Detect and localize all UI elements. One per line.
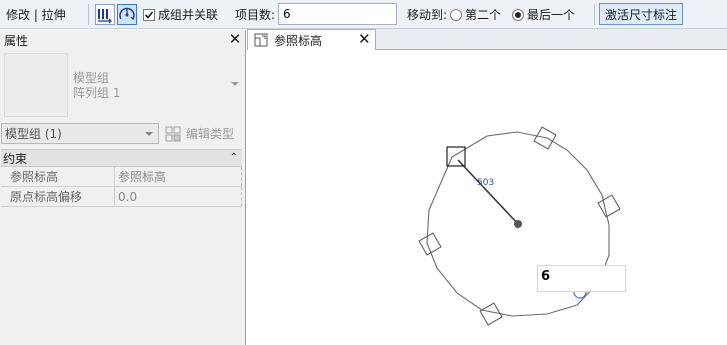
divider [594,4,595,25]
move-to-last-radio[interactable]: 最后一个 [512,0,575,29]
properties-close-button[interactable]: ✕ [228,31,242,47]
array-linear-icon [98,9,112,24]
property-label: 参照标高 [1,167,115,186]
group-associate-checkbox[interactable]: 成组并关联 [143,0,218,29]
radio-last[interactable] [512,8,524,21]
temporary-dimension-input[interactable]: 6 [537,265,626,292]
array-member[interactable] [479,302,503,326]
edit-type-icon [165,126,181,141]
check-icon [144,10,154,19]
property-label: 原点标高偏移 [1,187,115,206]
array-radial-icon [119,7,135,21]
array-member[interactable] [597,194,621,218]
properties-title: 属性 [4,33,29,48]
checkbox-box[interactable] [143,8,155,21]
modify-context-label: 修改 | 拉伸 [6,8,66,22]
radio-second-label: 第二个 [465,8,502,22]
edit-type-button[interactable]: 编辑类型 [164,123,240,144]
type-dropdown-arrow-icon[interactable] [231,82,239,86]
view-tab-close-button[interactable]: ✕ [358,31,371,48]
type-family-label: 模型组 [73,71,110,85]
array-center-point[interactable] [514,220,522,228]
activate-dimensions-button[interactable]: 激活尺寸标注 [599,3,683,25]
edit-type-label: 编辑类型 [186,127,235,141]
drawing-canvas[interactable]: 503 6 [247,50,727,345]
view-tab-icon [254,33,268,47]
radius-line [457,159,519,225]
section-title: 约束 [3,151,28,166]
type-preview-image [4,53,68,117]
constraints-section-header[interactable]: 约束 ⌃ [1,149,242,167]
property-row[interactable]: 参照标高 参照标高 [1,167,242,187]
property-value[interactable]: 参照标高 [115,167,242,186]
property-row[interactable]: 原点标高偏移 0.0 [1,187,242,207]
radio-second[interactable] [450,8,462,21]
options-bar: 修改 | 拉伸 成组并关联 项目数: 移动到: 第二个 最后一个 激活 [0,0,727,29]
chevron-down-icon [145,132,153,136]
type-name-label: 阵列组 1 [73,86,121,100]
divider [88,4,89,25]
radio-last-label: 最后一个 [527,8,576,22]
properties-panel: 属性 ✕ 模型组 阵列组 1 模型组 (1) 编辑类型 约束 ⌃ 参照标高 参照… [0,30,246,345]
count-input[interactable] [278,3,397,25]
radius-dimension-label: 503 [477,178,495,188]
array-radial-button[interactable] [117,4,137,25]
count-label: 项目数: [235,8,276,22]
instance-filter-value: 模型组 (1) [5,127,62,141]
property-value[interactable]: 0.0 [115,187,242,206]
array-linear-button[interactable] [95,4,115,25]
move-to-label: 移动到: [407,8,448,22]
view-tab-label: 参照标高 [274,33,323,48]
move-to-second-radio[interactable]: 第二个 [450,0,501,29]
type-selector[interactable]: 模型组 阵列组 1 [73,71,120,101]
view-tab[interactable]: 参照标高 ✕ [247,29,376,50]
tab-strip [376,29,727,50]
instance-filter-select[interactable]: 模型组 (1) [1,123,159,144]
collapse-icon[interactable]: ⌃ [230,150,238,166]
group-associate-label: 成组并关联 [158,8,219,22]
